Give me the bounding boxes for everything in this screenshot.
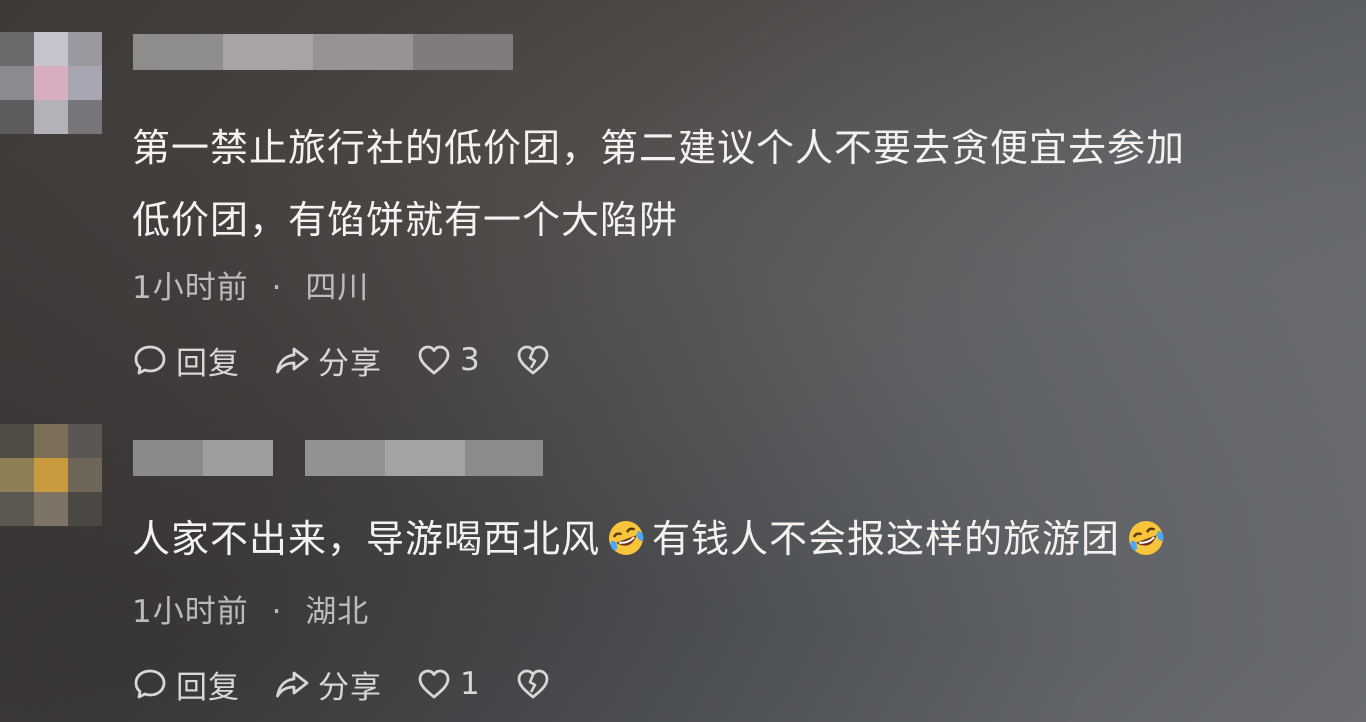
comment-text: 人家不出来，导游喝西北风 有钱人不会报这样的旅游团 [132, 503, 1332, 575]
meta-separator: · [271, 594, 283, 630]
username-blurred[interactable] [133, 440, 543, 476]
heart-icon [418, 669, 450, 699]
share-label: 分享 [318, 669, 382, 706]
comment-item: 人家不出来，导游喝西北风 有钱人不会报这样的旅游团 1小时前 · 湖北 回复 分… [0, 420, 1366, 722]
comment-meta: 1小时前 · 四川 [132, 262, 369, 307]
reply-label: 回复 [176, 669, 240, 706]
username-blurred[interactable] [133, 34, 513, 70]
comment-text-line: 第一禁止旅行社的低价团，第二建议个人不要去贪便宜去参加 [132, 126, 1186, 170]
like-count: 1 [460, 666, 481, 702]
broken-heart-icon [517, 345, 549, 375]
comment-text-part: 有钱人不会报这样的旅游团 [652, 517, 1121, 561]
comment-bubble-icon [134, 669, 166, 699]
laughing-emoji-icon [609, 521, 644, 555]
comment-location: 湖北 [305, 594, 370, 630]
laughing-emoji-icon [1129, 521, 1164, 555]
comment-bubble-icon [134, 345, 166, 375]
share-label: 分享 [318, 345, 382, 382]
heart-icon [418, 345, 450, 375]
like-button[interactable]: 3 [416, 342, 481, 378]
reply-label: 回复 [176, 345, 240, 382]
comment-text-part: 人家不出来，导游喝西北风 [132, 517, 601, 561]
meta-separator: · [271, 270, 283, 306]
like-button[interactable]: 1 [416, 666, 481, 702]
comment-text-line: 低价团，有馅饼就有一个大陷阱 [132, 198, 679, 242]
comment-item: 第一禁止旅行社的低价团，第二建议个人不要去贪便宜去参加 低价团，有馅饼就有一个大… [0, 0, 1366, 400]
avatar[interactable] [0, 32, 102, 134]
avatar[interactable] [0, 424, 102, 526]
comment-meta: 1小时前 · 湖北 [132, 586, 369, 631]
comment-actions: 回复 分享 3 [132, 338, 593, 382]
comment-actions: 回复 分享 1 [132, 662, 593, 706]
share-button[interactable]: 分享 [274, 338, 382, 383]
comment-location: 四川 [305, 270, 370, 306]
comment-text: 第一禁止旅行社的低价团，第二建议个人不要去贪便宜去参加 低价团，有馅饼就有一个大… [132, 112, 1332, 256]
reply-button[interactable]: 回复 [132, 662, 240, 707]
broken-heart-icon [517, 669, 549, 699]
dislike-button[interactable] [515, 666, 559, 702]
share-arrow-icon [276, 671, 309, 698]
like-count: 3 [460, 342, 481, 378]
share-arrow-icon [276, 347, 309, 374]
share-button[interactable]: 分享 [274, 662, 382, 707]
reply-button[interactable]: 回复 [132, 338, 240, 383]
comment-time: 1小时前 [132, 270, 249, 306]
dislike-button[interactable] [515, 342, 559, 378]
comment-time: 1小时前 [132, 594, 249, 630]
